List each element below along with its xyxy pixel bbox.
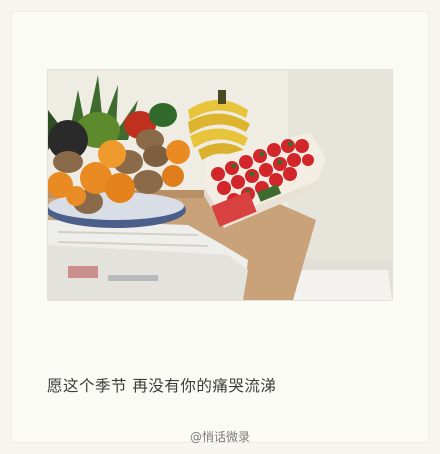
fruit-photo-illustration: [48, 70, 392, 300]
fruit-photo[interactable]: [48, 70, 392, 300]
post-caption: 愿这个季节 再没有你的痛哭流涕: [47, 377, 277, 395]
watermark: @悄话微录: [190, 430, 251, 444]
